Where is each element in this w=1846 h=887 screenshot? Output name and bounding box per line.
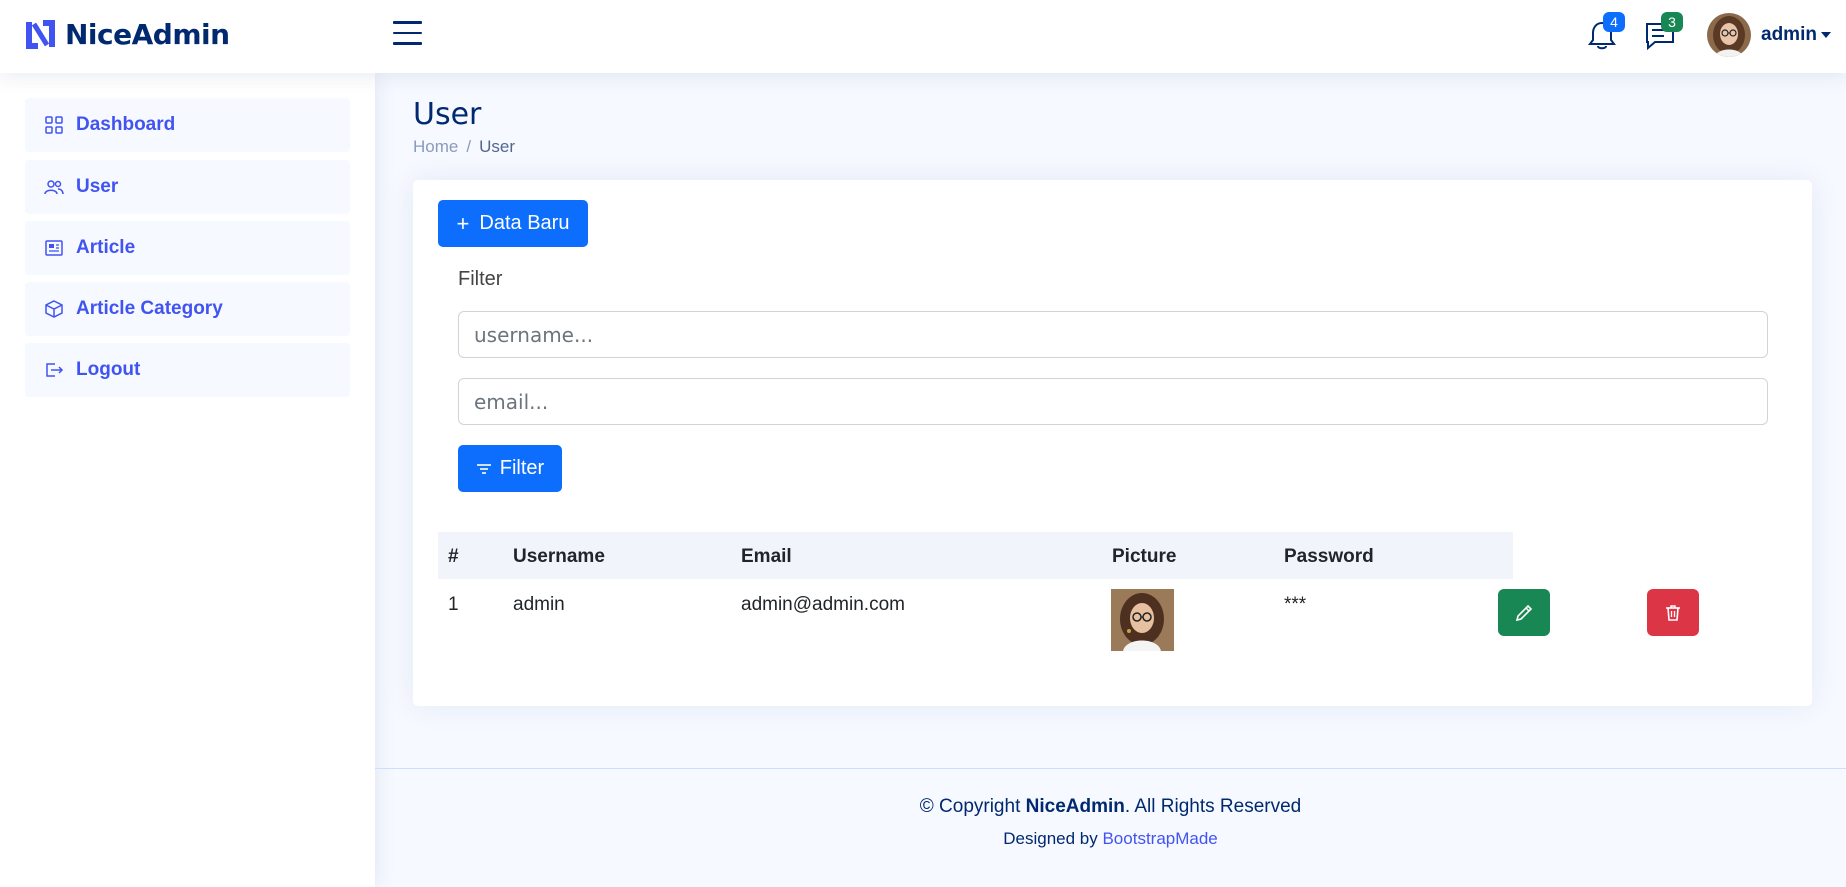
- profile-name: admin: [1761, 24, 1817, 45]
- breadcrumb-home-link[interactable]: Home: [413, 137, 458, 156]
- plus-icon: +: [456, 210, 470, 236]
- sidebar-item-label: Dashboard: [76, 114, 176, 135]
- brand-name: NiceAdmin: [65, 18, 230, 51]
- filter-label: Filter: [458, 268, 503, 290]
- email-filter-input[interactable]: [458, 378, 1768, 425]
- credits: Designed by BootstrapMade: [375, 829, 1846, 849]
- credits-prefix: Designed by: [1003, 829, 1103, 848]
- trash-icon: [1666, 604, 1680, 621]
- filter-button[interactable]: Filter: [458, 445, 562, 492]
- logo-icon: [26, 20, 55, 49]
- breadcrumb-current: User: [479, 137, 515, 156]
- row-picture: [1111, 589, 1174, 651]
- caret-down-icon: [1820, 31, 1831, 38]
- sidebar-item-label: Article Category: [76, 298, 223, 319]
- row-number: 1: [448, 594, 459, 615]
- notifications-badge: 4: [1603, 12, 1625, 32]
- messages-badge: 3: [1661, 12, 1683, 32]
- copyright-prefix: © Copyright: [919, 796, 1026, 817]
- grid-icon: [45, 116, 63, 134]
- user-photo: [1707, 13, 1751, 57]
- newspaper-icon: [45, 240, 63, 256]
- column-header: Picture: [1112, 546, 1177, 567]
- notifications-button[interactable]: 4: [1585, 12, 1625, 52]
- sidebar-item-label: Article: [76, 237, 136, 258]
- copyright-brand: NiceAdmin: [1025, 796, 1125, 817]
- logo[interactable]: NiceAdmin: [24, 18, 230, 51]
- table-header: # Username Email Picture Password: [438, 532, 1513, 579]
- sidebar-item-article[interactable]: Article: [25, 221, 350, 275]
- sidebar-toggle-button[interactable]: [393, 21, 422, 49]
- filter-button-label: Filter: [499, 457, 545, 479]
- hamburger-line: [393, 31, 422, 34]
- column-header: Email: [741, 546, 792, 567]
- pencil-icon: [1515, 604, 1533, 621]
- add-data-label: Data Baru: [479, 212, 570, 234]
- row-email: admin@admin.com: [741, 594, 905, 615]
- hamburger-line: [393, 42, 422, 45]
- header: NiceAdmin 4 3 admin: [0, 0, 1846, 73]
- designer-link[interactable]: BootstrapMade: [1102, 829, 1217, 848]
- filter-icon: [476, 463, 491, 474]
- edit-button[interactable]: [1498, 589, 1550, 636]
- sidebar-item-dashboard[interactable]: Dashboard: [25, 98, 350, 152]
- sidebar-item-article-category[interactable]: Article Category: [25, 282, 350, 336]
- breadcrumb: Home / User: [413, 137, 515, 157]
- hamburger-line: [393, 21, 422, 24]
- user-card: + Data Baru Filter Filter # Username Ema…: [413, 180, 1812, 706]
- sidebar-item-logout[interactable]: Logout: [25, 343, 350, 397]
- row-username: admin: [513, 594, 565, 615]
- column-header: #: [448, 546, 459, 567]
- messages-button[interactable]: 3: [1643, 12, 1683, 52]
- copyright-suffix: . All Rights Reserved: [1124, 796, 1302, 817]
- column-header: Password: [1284, 546, 1374, 567]
- add-data-button[interactable]: + Data Baru: [438, 200, 588, 247]
- user-photo: [1111, 589, 1174, 651]
- sidebar-item-label: Logout: [76, 359, 141, 380]
- logout-icon: [46, 363, 64, 377]
- breadcrumb-separator: /: [466, 137, 472, 156]
- profile-menu[interactable]: admin: [1761, 24, 1831, 46]
- sidebar-item-user[interactable]: User: [25, 160, 350, 214]
- username-filter-input[interactable]: [458, 311, 1768, 358]
- row-password: ***: [1284, 594, 1307, 615]
- copyright: © Copyright NiceAdmin. All Rights Reserv…: [375, 796, 1846, 818]
- box-icon: [45, 300, 63, 318]
- footer: © Copyright NiceAdmin. All Rights Reserv…: [375, 768, 1846, 887]
- page-title: User: [413, 97, 482, 132]
- people-icon: [44, 180, 64, 195]
- profile-avatar[interactable]: [1707, 13, 1751, 57]
- sidebar: Dashboard User Article Article Category: [0, 73, 375, 887]
- column-header: Username: [513, 546, 605, 567]
- sidebar-item-label: User: [76, 176, 119, 197]
- delete-button[interactable]: [1647, 589, 1699, 636]
